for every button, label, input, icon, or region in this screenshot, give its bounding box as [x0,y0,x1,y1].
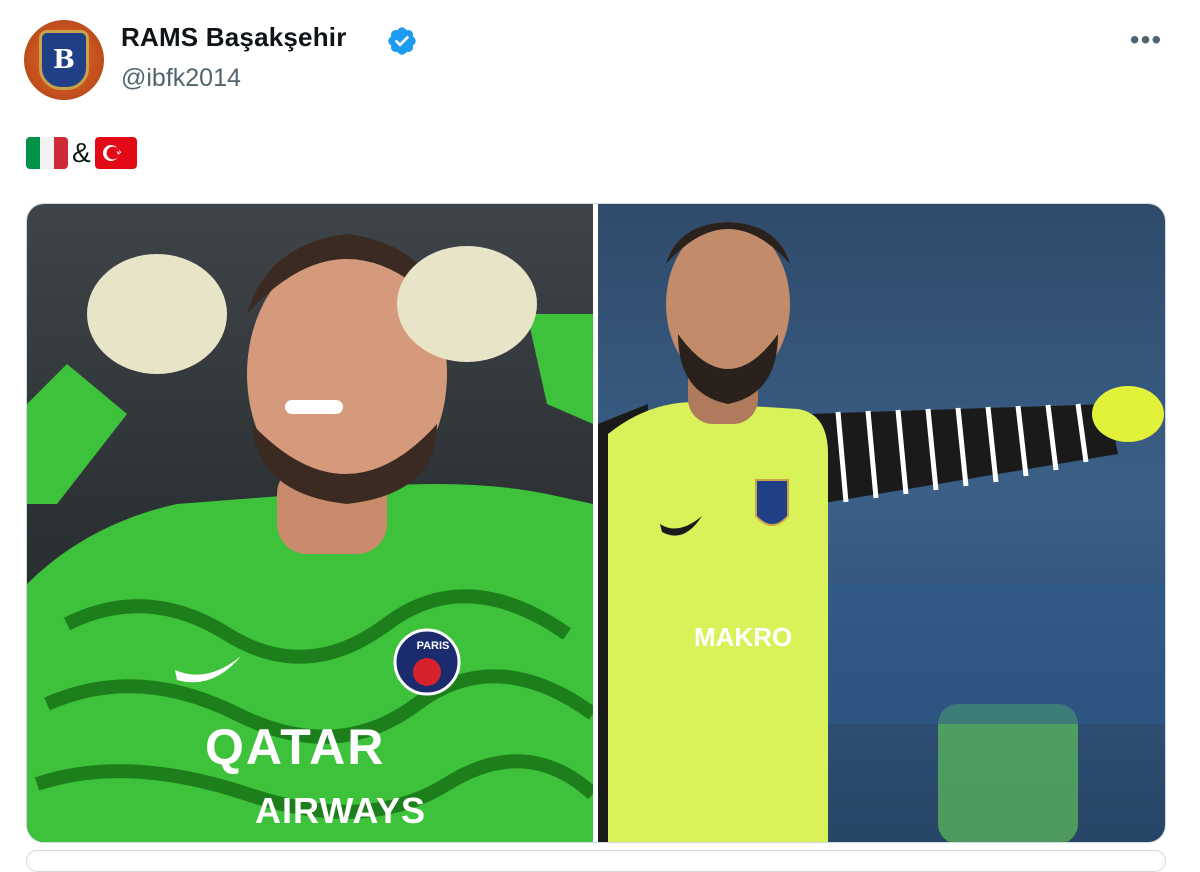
turkey-flag-icon [94,137,137,169]
photo-donnarumma[interactable]: PARIS QATAR AIRWAYS [27,204,593,842]
psg-crest-label: PARIS [416,640,450,652]
avatar[interactable]: B [24,20,104,100]
next-card-edge [26,850,1166,872]
verified-badge-icon [388,27,416,55]
club-crest-icon: B [39,30,89,90]
display-name[interactable]: RAMS Başakşehir [121,22,347,53]
tweet-text: & [26,136,137,170]
account-handle[interactable]: @ibfk2014 [121,64,241,93]
sponsor-right: MAKRO [694,622,793,652]
tweet-separator: & [72,137,91,168]
goalkeeper-illustration-right [598,222,1165,842]
avatar-letter: B [53,45,75,75]
sponsor-line1: QATAR [205,719,386,775]
sponsor-line2: AIRWAYS [255,790,427,831]
media-grid[interactable]: PARIS QATAR AIRWAYS MAKRO [26,203,1166,843]
more-options-icon[interactable]: ••• [1126,26,1166,54]
italy-flag-icon [26,137,68,169]
photo-basaksehir-goalkeeper[interactable]: MAKRO [598,204,1165,842]
